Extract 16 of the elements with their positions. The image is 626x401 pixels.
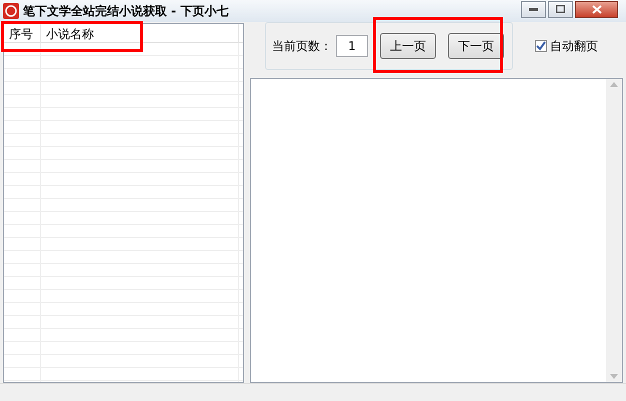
page-input[interactable]: 1 <box>336 35 368 57</box>
close-icon <box>592 4 602 14</box>
next-page-button[interactable]: 下一页 <box>448 33 504 59</box>
auto-page-checkbox[interactable] <box>535 40 547 52</box>
column-header[interactable]: 序号 <box>4 24 41 42</box>
maximize-icon <box>556 5 565 13</box>
app-logo-icon <box>3 3 19 19</box>
maximize-button[interactable] <box>548 0 573 18</box>
minimize-button[interactable] <box>521 0 546 18</box>
window-title: 笔下文学全站完结小说获取 - 下页小七 <box>23 3 228 20</box>
minimize-icon <box>529 8 538 10</box>
page-label: 当前页数： <box>272 38 332 55</box>
column-header[interactable]: 小说名称 <box>41 24 239 42</box>
auto-page-label: 自动翻页 <box>550 38 598 55</box>
close-button[interactable] <box>575 0 618 18</box>
previous-page-button[interactable]: 上一页 <box>380 33 436 59</box>
